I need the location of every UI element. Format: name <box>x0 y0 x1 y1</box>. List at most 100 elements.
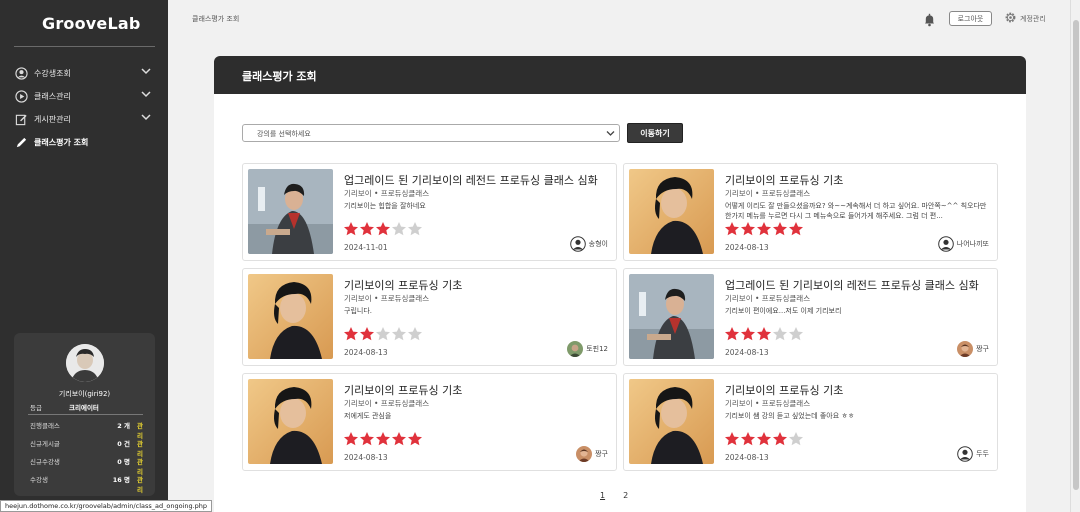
review-meta: 기리보이 • 프로듀싱클래스 <box>344 189 430 198</box>
review-text: 기리보이 쌤 강의 듣고 싶었는데 좋아요 ㅎㅎ <box>725 412 855 420</box>
sidebar-item-label: 게시판관리 <box>34 115 71 124</box>
rating-stars <box>343 431 423 447</box>
sidebar: GrooveLab 수강생조회 클래스관리 게시판관리 클래스평가 조회 기리보… <box>0 0 168 512</box>
chevron-down-icon[interactable] <box>141 90 151 100</box>
star-icon <box>773 432 787 446</box>
review-class-title[interactable]: 업그레이드 된 기리보이의 레전드 프로듀싱 클래스 심화 <box>725 277 979 293</box>
chevron-down-icon[interactable] <box>141 113 151 123</box>
manage-link[interactable]: 관리 <box>137 474 146 494</box>
stat-new-students: 신규수강생 0 명 관리 <box>30 456 146 476</box>
class-thumbnail <box>248 169 333 254</box>
scrollbar[interactable] <box>1070 0 1080 512</box>
divider <box>14 46 155 47</box>
avatar <box>957 341 974 357</box>
stat-value: 16 명 <box>112 476 130 484</box>
stat-label: 진행클래스 <box>30 422 60 430</box>
rating-stars <box>724 431 804 447</box>
stat-label: 신규게시글 <box>30 440 60 448</box>
profile-card: 기리보이(giri92) 등급 크리에이터 진행클래스 2 개 관리 신규게시글… <box>14 333 155 496</box>
bell-icon[interactable] <box>923 12 936 31</box>
profile-name: 기리보이(giri92) <box>58 390 111 398</box>
gear-icon <box>1004 11 1017 26</box>
review-card[interactable]: 기리보이의 프로듀싱 기초 기리보이 • 프로듀싱클래스 어떻게 이리도 잘 만들으… <box>623 163 998 261</box>
avatar <box>66 344 104 382</box>
review-text: 기리보이 편이에요...저도 이제 기리보리 <box>725 307 842 315</box>
review-card[interactable]: 업그레이드 된 기리보이의 레전드 프로듀싱 클래스 심화 기리보이 • 프로듀싱… <box>623 268 998 366</box>
go-button[interactable]: 이동하기 <box>627 123 683 143</box>
author-name: 토핀12 <box>586 345 608 353</box>
pencil-icon <box>14 136 28 150</box>
star-icon <box>789 222 803 236</box>
star-icon <box>344 432 358 446</box>
star-icon <box>344 327 358 341</box>
rating-stars <box>343 221 423 237</box>
review-author: 짱구 <box>576 446 608 462</box>
avatar <box>576 446 593 462</box>
star-icon <box>741 432 755 446</box>
page-link[interactable]: 1 <box>600 491 605 500</box>
reviews-panel: 클래스평가 조회 강의를 선택하세요 이동하기 업그레이드 된 기리보이의 레전… <box>214 56 1026 512</box>
sidebar-item-classes[interactable]: 클래스관리 <box>14 85 155 108</box>
review-author: 두두 <box>957 446 989 462</box>
review-class-title[interactable]: 기리보이의 프로듀싱 기초 <box>725 172 843 188</box>
play-circle-icon <box>14 90 28 104</box>
review-author: 짱구 <box>957 341 989 357</box>
manage-link[interactable]: 관리 <box>137 456 146 476</box>
avatar <box>569 236 586 252</box>
user-circle-icon <box>14 67 28 81</box>
logout-button[interactable]: 로그아웃 <box>949 11 992 26</box>
review-text: 어떻게 이리도 잘 만들으셨을까요? 와~~계속해서 더 하고 싶어요. 마안쪽… <box>725 202 987 220</box>
status-url: heejun.dothome.co.kr/groovelab/admin/cla… <box>0 500 213 512</box>
account-settings-link[interactable]: 계정관리 <box>1004 11 1046 26</box>
review-card[interactable]: 기리보이의 프로듀싱 기초 기리보이 • 프로듀싱클래스기리보이 쌤 강의 듣고 … <box>623 373 998 471</box>
star-icon <box>741 327 755 341</box>
review-date: 2024-08-13 <box>344 348 388 357</box>
review-card[interactable]: 기리보이의 프로듀싱 기초 기리보이 • 프로듀싱클래스 구립니다. 2024-08-… <box>242 268 617 366</box>
manage-link[interactable]: 관리 <box>137 438 146 458</box>
breadcrumb: 클래스평가 조회 <box>192 15 240 23</box>
author-name: 나어나끼또 <box>956 240 989 248</box>
sidebar-item-class-reviews[interactable]: 클래스평가 조회 <box>14 131 155 154</box>
class-thumbnail <box>248 274 333 359</box>
grade-value: 크리에이터 <box>69 404 99 412</box>
star-icon <box>392 327 406 341</box>
review-meta: 기리보이 • 프로듀싱클래스 <box>725 399 811 408</box>
star-icon <box>376 432 390 446</box>
class-select[interactable]: 강의를 선택하세요 <box>242 124 620 142</box>
class-thumbnail <box>248 379 333 464</box>
stat-value: 0 건 <box>117 440 130 448</box>
review-date: 2024-08-13 <box>725 453 769 462</box>
review-class-title[interactable]: 기리보이의 프로듀싱 기초 <box>344 382 462 398</box>
star-icon <box>725 327 739 341</box>
rating-stars <box>724 221 804 237</box>
chevron-down-icon[interactable] <box>141 67 151 77</box>
star-icon <box>408 432 422 446</box>
star-icon <box>392 432 406 446</box>
star-icon <box>392 222 406 236</box>
page-link[interactable]: 2 <box>623 491 628 500</box>
star-icon <box>789 432 803 446</box>
sidebar-item-students[interactable]: 수강생조회 <box>14 62 155 85</box>
rating-stars <box>724 326 804 342</box>
stat-active-classes: 진행클래스 2 개 관리 <box>30 420 146 440</box>
review-class-title[interactable]: 기리보이의 프로듀싱 기초 <box>344 277 462 293</box>
review-text: 구립니다. <box>344 307 372 315</box>
sidebar-item-board[interactable]: 게시판관리 <box>14 108 155 131</box>
star-icon <box>360 432 374 446</box>
rating-stars <box>343 326 423 342</box>
star-icon <box>773 222 787 236</box>
avatar <box>567 341 584 357</box>
author-name: 송형이 <box>588 240 608 248</box>
star-icon <box>789 327 803 341</box>
scrollbar-thumb[interactable] <box>1073 20 1079 490</box>
review-date: 2024-08-13 <box>344 453 388 462</box>
review-card[interactable]: 업그레이드 된 기리보이의 레전드 프로듀싱 클래스 심화 기리보이 • 프로듀싱… <box>242 163 617 261</box>
review-class-title[interactable]: 업그레이드 된 기리보이의 레전드 프로듀싱 클래스 심화 <box>344 172 598 188</box>
review-class-title[interactable]: 기리보이의 프로듀싱 기초 <box>725 382 843 398</box>
review-card[interactable]: 기리보이의 프로듀싱 기초 기리보이 • 프로듀싱클래스 저에게도 관심을 2024-… <box>242 373 617 471</box>
review-author: 송형이 <box>569 236 608 252</box>
review-author: 나어나끼또 <box>937 236 989 252</box>
brand-logo[interactable]: GrooveLab <box>42 14 141 33</box>
manage-link[interactable]: 관리 <box>137 420 146 440</box>
stat-value: 2 개 <box>117 422 130 430</box>
